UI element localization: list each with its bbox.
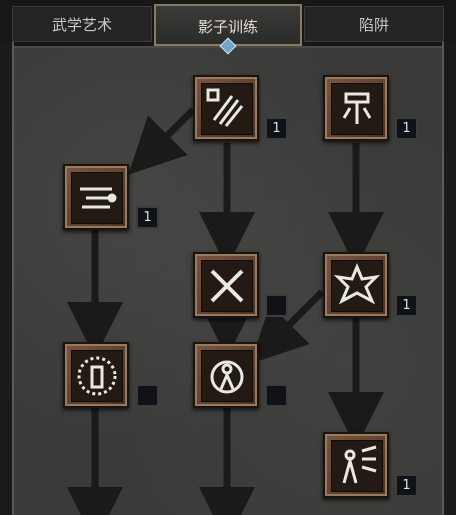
skill-rank-burst-star: 1 [395, 294, 418, 317]
skill-node-claw-strike[interactable] [193, 75, 259, 141]
skill-rank-aura-figure [136, 384, 159, 407]
skill-node-crossed-blades[interactable] [193, 252, 259, 318]
crossed-blades-icon [210, 269, 244, 303]
aura-figure-icon [77, 356, 117, 396]
skill-node-shadow-figure[interactable] [193, 342, 259, 408]
skill-node-burst-star[interactable] [323, 252, 389, 318]
skill-rank-claw-strike: 1 [265, 117, 288, 140]
claw-strike-icon [206, 88, 244, 127]
skill-rank-radiant-figure: 1 [395, 474, 418, 497]
skill-tree-window: 武学艺术 影子训练 陷阱 1 1 1 1 1 [0, 0, 456, 515]
speed-dash-icon [80, 187, 117, 209]
skill-rank-fist-shield: 1 [395, 117, 418, 140]
skill-node-radiant-figure[interactable] [323, 432, 389, 498]
skill-node-fist-shield[interactable] [323, 75, 389, 141]
radiant-figure-icon [342, 445, 377, 484]
fist-shield-icon [342, 92, 372, 124]
skill-rank-speed-dash: 1 [136, 206, 159, 229]
arrow-claw-to-dash [128, 107, 196, 175]
skill-node-speed-dash[interactable] [63, 164, 129, 230]
skill-rank-crossed-blades [265, 294, 288, 317]
shadow-figure-icon [210, 360, 244, 394]
burst-star-icon [333, 263, 381, 305]
skill-node-aura-figure[interactable] [63, 342, 129, 408]
skill-rank-shadow-figure [265, 384, 288, 407]
